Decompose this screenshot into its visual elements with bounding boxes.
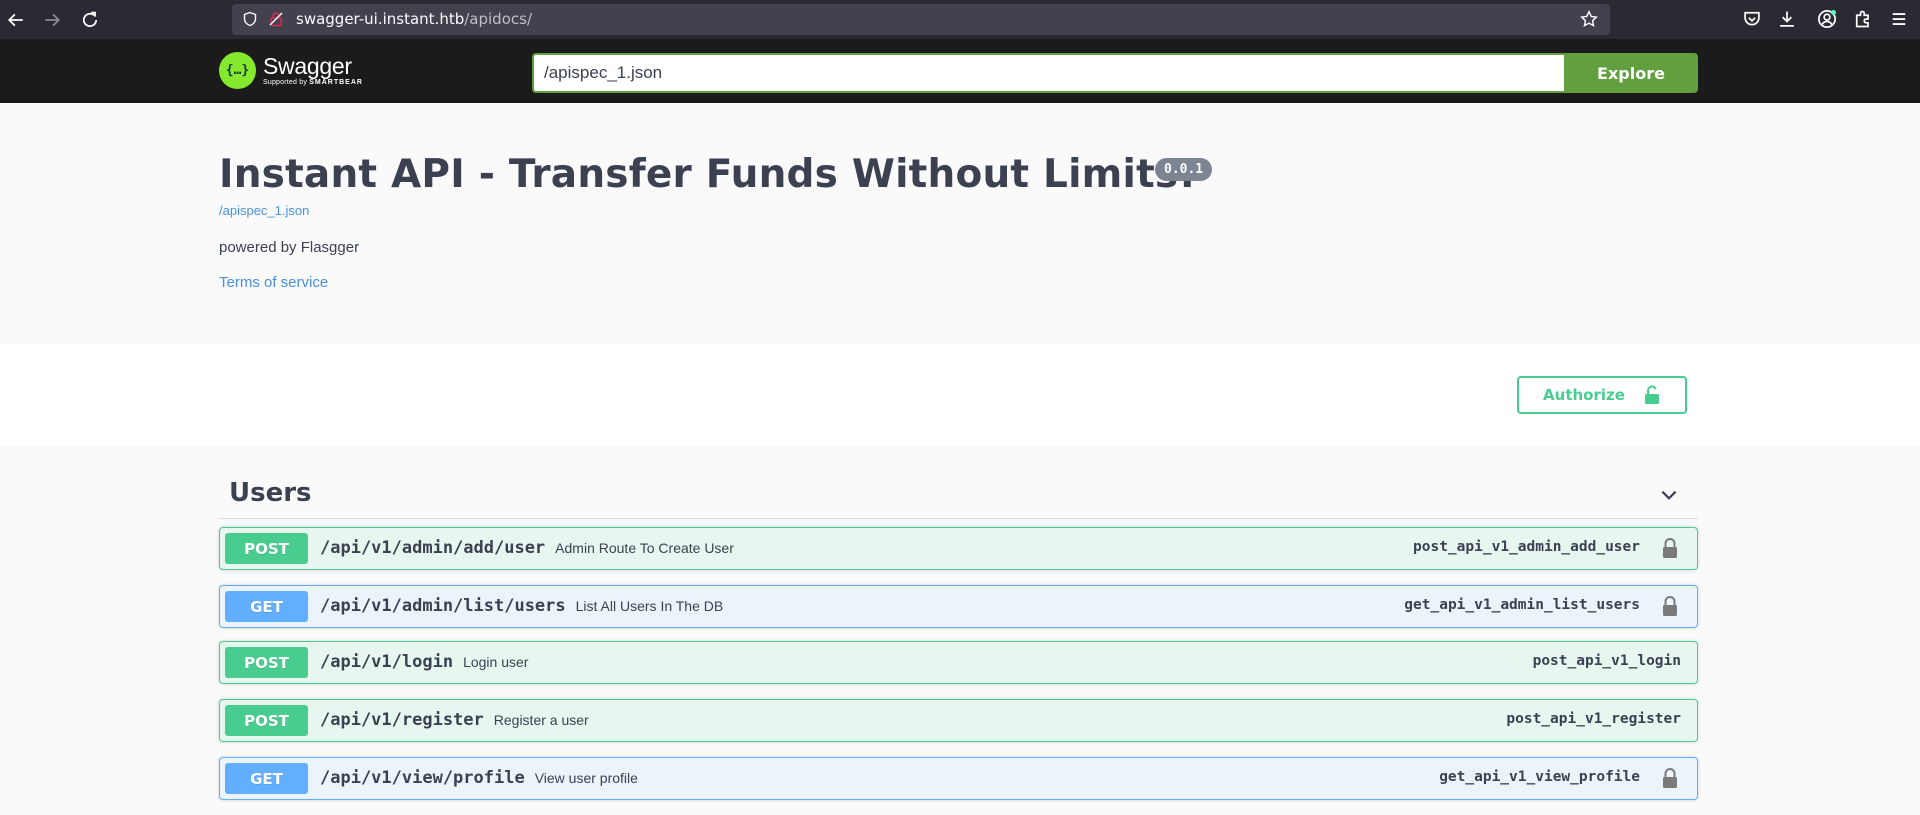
shield-icon[interactable] xyxy=(242,11,258,27)
download-icon[interactable] xyxy=(1777,9,1797,29)
operation-summary: View user profile xyxy=(534,770,638,786)
account-icon[interactable] xyxy=(1817,9,1837,29)
method-badge: POST xyxy=(225,705,308,736)
lock-icon[interactable] xyxy=(1661,537,1679,559)
authorize-button[interactable]: Authorize xyxy=(1517,376,1687,414)
page-title: Instant API - Transfer Funds Without Lim… xyxy=(219,152,1197,197)
api-info: Instant API - Transfer Funds Without Lim… xyxy=(0,103,1920,344)
spec-link[interactable]: /apispec_1.json xyxy=(219,203,309,218)
scheme-container: Authorize xyxy=(0,344,1920,446)
operation-summary: Login user xyxy=(463,654,529,670)
lock-icon[interactable] xyxy=(1661,767,1679,789)
swagger-logo-text: Swagger Supported by SMARTBEAR xyxy=(263,54,363,87)
method-badge: POST xyxy=(225,647,308,678)
operation-id: post_api_v1_login xyxy=(1532,653,1681,669)
api-description: powered by Flasgger xyxy=(219,239,360,256)
swagger-logo-icon: {…} xyxy=(219,51,256,89)
operation-summary: Admin Route To Create User xyxy=(555,540,734,556)
operation-id: get_api_v1_view_profile xyxy=(1439,769,1640,785)
forward-icon[interactable] xyxy=(40,8,64,32)
path-text: /api/v1/register xyxy=(320,710,484,730)
url-path: /apidocs/ xyxy=(464,10,532,28)
operation-path: /api/v1/view/profile View user profile xyxy=(320,768,638,788)
logo-name: Swagger xyxy=(263,52,352,79)
swagger-topbar: {…} Swagger Supported by SMARTBEAR /apis… xyxy=(0,39,1920,103)
path-text: /api/v1/login xyxy=(320,652,454,672)
operation-path: /api/v1/admin/list/users List All Users I… xyxy=(320,596,723,616)
operation-summary: Register a user xyxy=(493,712,589,728)
url-text[interactable]: swagger-ui.instant.htb/apidocs/ xyxy=(296,10,532,28)
opblock-post-register[interactable]: POST /api/v1/register Register a user pos… xyxy=(219,699,1698,742)
url-host: swagger-ui.instant.htb xyxy=(296,10,465,28)
menu-icon[interactable] xyxy=(1889,9,1909,29)
lock-icon[interactable] xyxy=(1661,595,1679,617)
opblock-post-admin-add-user[interactable]: POST /api/v1/admin/add/user Admin Route T… xyxy=(219,527,1698,570)
logo-sub-prefix: Supported by xyxy=(263,78,308,86)
path-text: /api/v1/admin/add/user xyxy=(320,538,546,558)
operation-id: get_api_v1_admin_list_users xyxy=(1404,597,1640,613)
operation-path: /api/v1/login Login user xyxy=(320,652,528,672)
authorize-label: Authorize xyxy=(1543,386,1625,404)
reload-icon[interactable] xyxy=(78,8,102,32)
pocket-icon[interactable] xyxy=(1742,9,1762,29)
browser-toolbar: swagger-ui.instant.htb/apidocs/ xyxy=(0,0,1920,39)
back-icon[interactable] xyxy=(4,8,28,32)
method-badge: GET xyxy=(225,763,308,794)
extensions-icon[interactable] xyxy=(1853,9,1873,29)
chevron-down-icon[interactable] xyxy=(1658,484,1680,506)
swagger-logo[interactable]: {…} Swagger Supported by SMARTBEAR xyxy=(219,50,363,90)
operation-path: /api/v1/admin/add/user Admin Route To Cre… xyxy=(320,538,734,558)
path-text: /api/v1/view/profile xyxy=(320,768,525,788)
logo-sub-brand: SMARTBEAR xyxy=(309,78,363,86)
tag-section-users[interactable]: Users xyxy=(219,470,1698,519)
terms-of-service-link[interactable]: Terms of service xyxy=(219,274,328,291)
opblock-get-admin-list-users[interactable]: GET /api/v1/admin/list/users List All Use… xyxy=(219,585,1698,628)
path-text: /api/v1/admin/list/users xyxy=(320,596,566,616)
operation-id: post_api_v1_admin_add_user xyxy=(1413,539,1640,555)
url-bar[interactable]: swagger-ui.instant.htb/apidocs/ xyxy=(232,4,1610,35)
lock-icon[interactable] xyxy=(268,11,284,27)
unlocked-icon xyxy=(1644,385,1659,404)
method-badge: GET xyxy=(225,591,308,622)
logo-sub: Supported by SMARTBEAR xyxy=(263,78,363,87)
version-badge: 0.0.1 xyxy=(1155,158,1213,181)
opblock-post-login[interactable]: POST /api/v1/login Login user post_api_v1… xyxy=(219,641,1698,684)
operation-id: post_api_v1_register xyxy=(1506,711,1681,727)
operation-summary: List All Users In The DB xyxy=(575,598,724,614)
explore-button[interactable]: Explore xyxy=(1564,53,1698,93)
tag-name: Users xyxy=(229,478,312,508)
method-badge: POST xyxy=(225,533,308,564)
opblock-get-view-profile[interactable]: GET /api/v1/view/profile View user profil… xyxy=(219,757,1698,800)
operation-path: /api/v1/register Register a user xyxy=(320,710,589,730)
spec-url-input[interactable]: /apispec_1.json xyxy=(532,53,1564,93)
star-icon[interactable] xyxy=(1580,10,1598,28)
